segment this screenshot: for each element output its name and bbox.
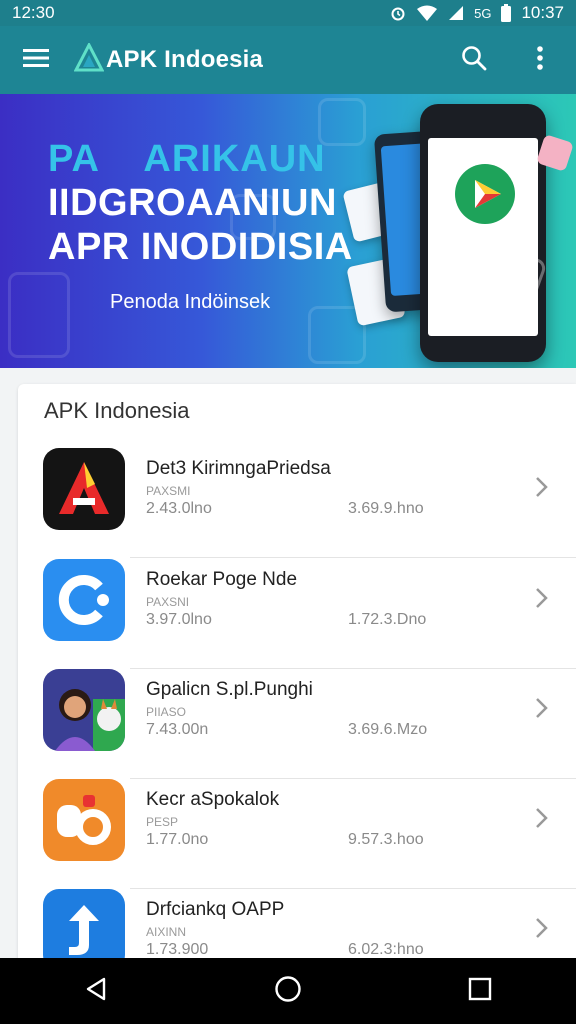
back-icon bbox=[83, 976, 109, 1007]
chevron-right-icon bbox=[536, 588, 548, 608]
status-bar: 12:30 5G 10:37 bbox=[0, 0, 576, 26]
banner-headline-1: IIDGROAANIUN bbox=[48, 182, 337, 224]
banner-top-line: PA ARIKAUN bbox=[48, 138, 326, 180]
blue-arrow-icon bbox=[43, 889, 125, 964]
app-logo: APK Indoesia bbox=[73, 41, 264, 78]
app-bar: APK Indoesia bbox=[0, 26, 576, 94]
back-button[interactable] bbox=[66, 961, 126, 1021]
list-item[interactable]: Drfciankq OAPP AIXINN 1.73.900 6.02.3:hn… bbox=[18, 889, 576, 964]
system-nav-bar bbox=[0, 958, 576, 1024]
blue-c-icon bbox=[43, 559, 125, 641]
promo-banner[interactable]: PA ARIKAUN IIDGROAANIUN APR INODIDISIA P… bbox=[0, 94, 576, 368]
search-icon bbox=[461, 45, 487, 76]
recents-button[interactable] bbox=[450, 961, 510, 1021]
banner-subtitle: Penoda Indöinsek bbox=[110, 291, 271, 313]
banner-text: PA ARIKAUN IIDGROAANIUN APR INODIDISIA P… bbox=[48, 138, 353, 314]
app-name: Det3 KirimngaPriedsa bbox=[146, 458, 331, 479]
phone-screen bbox=[428, 138, 538, 336]
app-title: APK Indoesia bbox=[106, 46, 264, 73]
network-type: 5G bbox=[474, 5, 492, 21]
list-item[interactable]: Gpalicn S.pl.Punghi PIIASO 7.43.00n 3.69… bbox=[18, 669, 576, 779]
list-item[interactable]: Kecr aSpokalok PESP 1.77.0no 9.57.3.hoo bbox=[18, 779, 576, 889]
chevron-right-icon bbox=[536, 918, 548, 938]
app-downloads: 1.72.3.Dno bbox=[348, 611, 427, 628]
menu-button[interactable] bbox=[16, 40, 56, 80]
status-time-left: 12:30 bbox=[12, 3, 55, 22]
list-item[interactable]: Det3 KirimngaPriedsa PAXSMI 2.43.0lno 3.… bbox=[18, 448, 576, 558]
chevron-right-icon bbox=[536, 808, 548, 828]
more-options-button[interactable] bbox=[520, 40, 560, 80]
signal-icon bbox=[448, 5, 464, 21]
alarm-icon bbox=[390, 5, 406, 21]
battery-icon bbox=[501, 4, 512, 22]
phone-illustration bbox=[420, 104, 546, 362]
status-icons: 5G 10:37 bbox=[390, 3, 564, 23]
app-size: 1.73.900 bbox=[146, 941, 209, 958]
banner-headline-2: APR INODIDISIA bbox=[48, 226, 353, 268]
app-downloads: 3.69.9.hno bbox=[348, 500, 424, 517]
app-developer: PAXSNI bbox=[146, 595, 190, 609]
app-name: Drfciankq OAPP bbox=[146, 899, 285, 920]
app-list-card: APK Indonesia Det3 KirimngaPriedsa PAXSM… bbox=[18, 384, 576, 964]
app-developer: PIIASO bbox=[146, 705, 187, 719]
list-title: APK Indonesia bbox=[44, 398, 190, 423]
list-item[interactable]: Roekar Poge Nde PAXSNI 3.97.0lno 1.72.3.… bbox=[18, 559, 576, 669]
avatar-dog-icon bbox=[43, 669, 125, 751]
app-size: 7.43.00n bbox=[146, 721, 209, 738]
home-icon bbox=[274, 975, 302, 1008]
red-a-icon bbox=[43, 448, 125, 530]
wifi-icon bbox=[416, 5, 438, 21]
recents-icon bbox=[468, 977, 492, 1006]
play-logo-icon bbox=[455, 164, 515, 224]
chevron-right-icon bbox=[536, 698, 548, 718]
chevron-right-icon bbox=[536, 477, 548, 497]
app-developer: AIXINN bbox=[146, 925, 187, 939]
app-downloads: 3.69.6.Mzo bbox=[348, 721, 428, 738]
menu-icon bbox=[23, 48, 49, 73]
home-button[interactable] bbox=[258, 961, 318, 1021]
orange-lock-icon bbox=[43, 779, 125, 861]
search-button[interactable] bbox=[454, 40, 494, 80]
app-downloads: 6.02.3:hno bbox=[348, 941, 424, 958]
app-downloads: 9.57.3.hoo bbox=[348, 831, 424, 848]
logo-mark-icon bbox=[73, 41, 105, 78]
app-name: Roekar Poge Nde bbox=[146, 569, 298, 590]
more-vert-icon bbox=[536, 45, 544, 76]
app-size: 3.97.0lno bbox=[146, 611, 212, 628]
app-developer: PAXSMI bbox=[146, 484, 191, 498]
app-name: Gpalicn S.pl.Punghi bbox=[146, 679, 313, 700]
divider bbox=[130, 557, 576, 558]
status-time-right: 10:37 bbox=[521, 3, 564, 22]
app-size: 1.77.0no bbox=[146, 831, 209, 848]
app-size: 2.43.0lno bbox=[146, 500, 212, 517]
app-developer: PESP bbox=[146, 815, 179, 829]
app-name: Kecr aSpokalok bbox=[146, 789, 280, 810]
